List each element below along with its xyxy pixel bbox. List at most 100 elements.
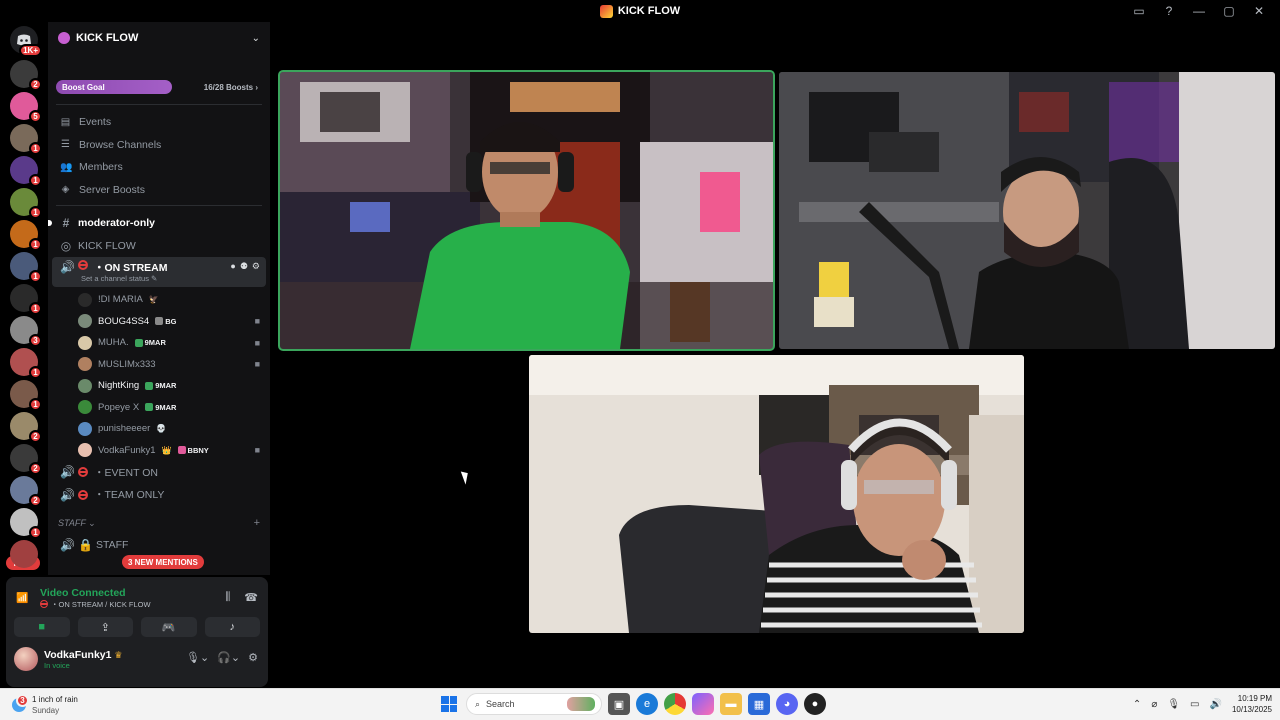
voice-status: Video Connected: [40, 586, 126, 599]
noise-suppression-icon[interactable]: ⫼: [225, 591, 230, 604]
microphone-tray-icon[interactable]: 🎙: [1167, 699, 1180, 710]
avatar[interactable]: [14, 647, 38, 671]
voice-user[interactable]: !DI MARIA 🦅: [48, 289, 270, 311]
voice-user-name: punisheeeer: [98, 423, 151, 435]
nav-item-browse-channels[interactable]: ☰ Browse Channels: [48, 134, 270, 157]
nav-item-members[interactable]: 👥 Members: [48, 156, 270, 179]
no-entry-icon: [78, 489, 88, 500]
voice-user[interactable]: NightKing 9MAR: [48, 375, 270, 397]
volume-icon[interactable]: 🔊: [1210, 699, 1222, 710]
avatar: [78, 443, 92, 458]
server-icon[interactable]: 2: [10, 476, 42, 507]
channel-label: ・ON STREAM: [94, 262, 168, 274]
server-icon[interactable]: 1: [10, 348, 42, 379]
discord-home-icon[interactable]: 1K+: [10, 26, 42, 57]
store-icon[interactable]: ▦: [748, 693, 770, 715]
server-icon[interactable]: 1: [10, 508, 42, 539]
network-off-icon[interactable]: ⌀: [1151, 699, 1157, 710]
voice-user-name: MUHA.: [98, 337, 129, 349]
chrome-icon[interactable]: [664, 693, 686, 715]
server-icon[interactable]: 1: [10, 156, 42, 187]
hash-icon: #: [62, 216, 70, 231]
chevron-down-icon[interactable]: ⌄: [252, 33, 260, 44]
server-badge: 1: [29, 270, 42, 283]
channel-sidebar: KICK FLOW ⌄ Boost Goal 16/28 Boosts › ▤ E…: [48, 22, 270, 575]
soundboard-button[interactable]: ♪: [204, 617, 260, 637]
channel-label: moderator-only: [78, 217, 156, 230]
server-icon[interactable]: 2: [10, 412, 42, 443]
voice-user[interactable]: BOUG4SS4 BG ■: [48, 311, 270, 333]
add-channel-icon[interactable]: +: [254, 517, 260, 529]
file-explorer-icon[interactable]: ▬: [720, 693, 742, 715]
server-icon[interactable]: 1: [10, 284, 42, 315]
clock[interactable]: 10:19 PM 10/13/2025: [1232, 693, 1272, 715]
nav-item-events[interactable]: ▤ Events: [48, 111, 270, 134]
inbox-icon[interactable]: ▭: [1126, 0, 1152, 22]
channel-moderator-only[interactable]: # moderator-only: [48, 212, 270, 235]
crown-icon: ♛: [114, 649, 123, 660]
signal-icon[interactable]: 📶: [16, 593, 30, 604]
channel-status[interactable]: Set a channel status ✎: [81, 274, 157, 283]
server-icon[interactable]: [10, 540, 38, 568]
user-settings-icon[interactable]: ⚙: [248, 651, 258, 664]
windows-start-icon[interactable]: [438, 693, 460, 715]
screen-share-button[interactable]: ⇪: [77, 617, 133, 637]
chat-icon[interactable]: ●: [230, 261, 235, 272]
server-icon[interactable]: 5: [10, 92, 42, 123]
video-tile-striped-shirt[interactable]: [529, 355, 1024, 633]
activity-button[interactable]: 🎮: [141, 617, 197, 637]
chevron-up-icon[interactable]: ⌃: [1133, 699, 1141, 710]
help-icon[interactable]: ?: [1156, 0, 1182, 22]
server-icon[interactable]: 1: [10, 188, 42, 219]
video-tile-cap-man[interactable]: [779, 72, 1275, 349]
no-entry-icon: [40, 600, 48, 608]
invite-icon[interactable]: ⚉: [240, 261, 248, 272]
nav-item-server-boosts[interactable]: ◈ Server Boosts: [48, 179, 270, 202]
voice-user-name: !DI MARIA: [98, 294, 143, 306]
server-header[interactable]: KICK FLOW ⌄: [48, 22, 270, 54]
display-icon[interactable]: ▭: [1190, 699, 1199, 710]
disconnect-icon[interactable]: ☎: [244, 591, 258, 604]
voice-channel-staff[interactable]: 🔊 🔒 STAFF: [48, 534, 270, 557]
camera-button[interactable]: ■: [14, 617, 70, 637]
edge-icon[interactable]: e: [636, 693, 658, 715]
server-icon[interactable]: 1: [10, 380, 42, 411]
members-icon: 👥: [60, 161, 73, 173]
voice-user[interactable]: punisheeeer 💀: [48, 418, 270, 440]
voice-channel-event-on[interactable]: 🔊 ・EVENT ON: [48, 461, 270, 484]
server-badge: 1: [29, 238, 42, 251]
server-icon[interactable]: 1: [10, 252, 42, 283]
microphone-icon[interactable]: 🎙⌄: [186, 651, 209, 664]
channel-label: STAFF: [96, 539, 129, 552]
voice-user[interactable]: VodkaFunky1 👑 BBNY ■: [48, 440, 270, 462]
category-staff[interactable]: STAFF ⌄ +: [48, 512, 270, 534]
headphones-icon[interactable]: 🎧⌄: [217, 651, 240, 664]
server-icon[interactable]: 3: [10, 316, 42, 347]
server-icon[interactable]: 2: [10, 444, 42, 475]
app-taskbar-icon[interactable]: ●: [804, 693, 826, 715]
discord-taskbar-icon[interactable]: ◕: [776, 693, 798, 715]
server-icon[interactable]: 1: [10, 124, 42, 155]
task-view-icon[interactable]: ▣: [608, 693, 630, 715]
voice-user[interactable]: MUHA. 9MAR ■: [48, 332, 270, 354]
maximize-button[interactable]: ▢: [1216, 0, 1242, 22]
channel-kick-flow[interactable]: ◎ KICK FLOW: [48, 235, 270, 258]
voice-location[interactable]: ・ON STREAM / KICK FLOW: [51, 599, 151, 610]
new-mentions-pill[interactable]: 3 NEW MENTIONS: [122, 555, 204, 569]
voice-user[interactable]: Popeye X 9MAR: [48, 397, 270, 419]
voice-channel-team-only[interactable]: 🔊 ・TEAM ONLY: [48, 484, 270, 507]
boost-goal[interactable]: Boost Goal 16/28 Boosts ›: [56, 80, 262, 94]
server-icon[interactable]: 2: [10, 60, 42, 91]
taskbar-search[interactable]: ⌕ Search: [466, 693, 602, 715]
minimize-button[interactable]: —: [1186, 0, 1212, 22]
search-icon: ⌕: [475, 698, 481, 709]
weather-widget[interactable]: 3 1 inch of rain Sunday: [12, 694, 78, 716]
video-tile-green-shirt[interactable]: [278, 70, 775, 351]
close-button[interactable]: ✕: [1246, 0, 1272, 22]
server-icon[interactable]: 1: [10, 220, 42, 251]
voice-channel-on-stream[interactable]: 🔊 ・ON STREAM Set a channel status ✎ ● ⚉ …: [52, 257, 266, 287]
settings-icon[interactable]: ⚙: [252, 261, 260, 272]
camera-icon: ■: [254, 359, 260, 370]
copilot-icon[interactable]: [692, 693, 714, 715]
voice-user[interactable]: MUSLIMx333 ■: [48, 354, 270, 376]
